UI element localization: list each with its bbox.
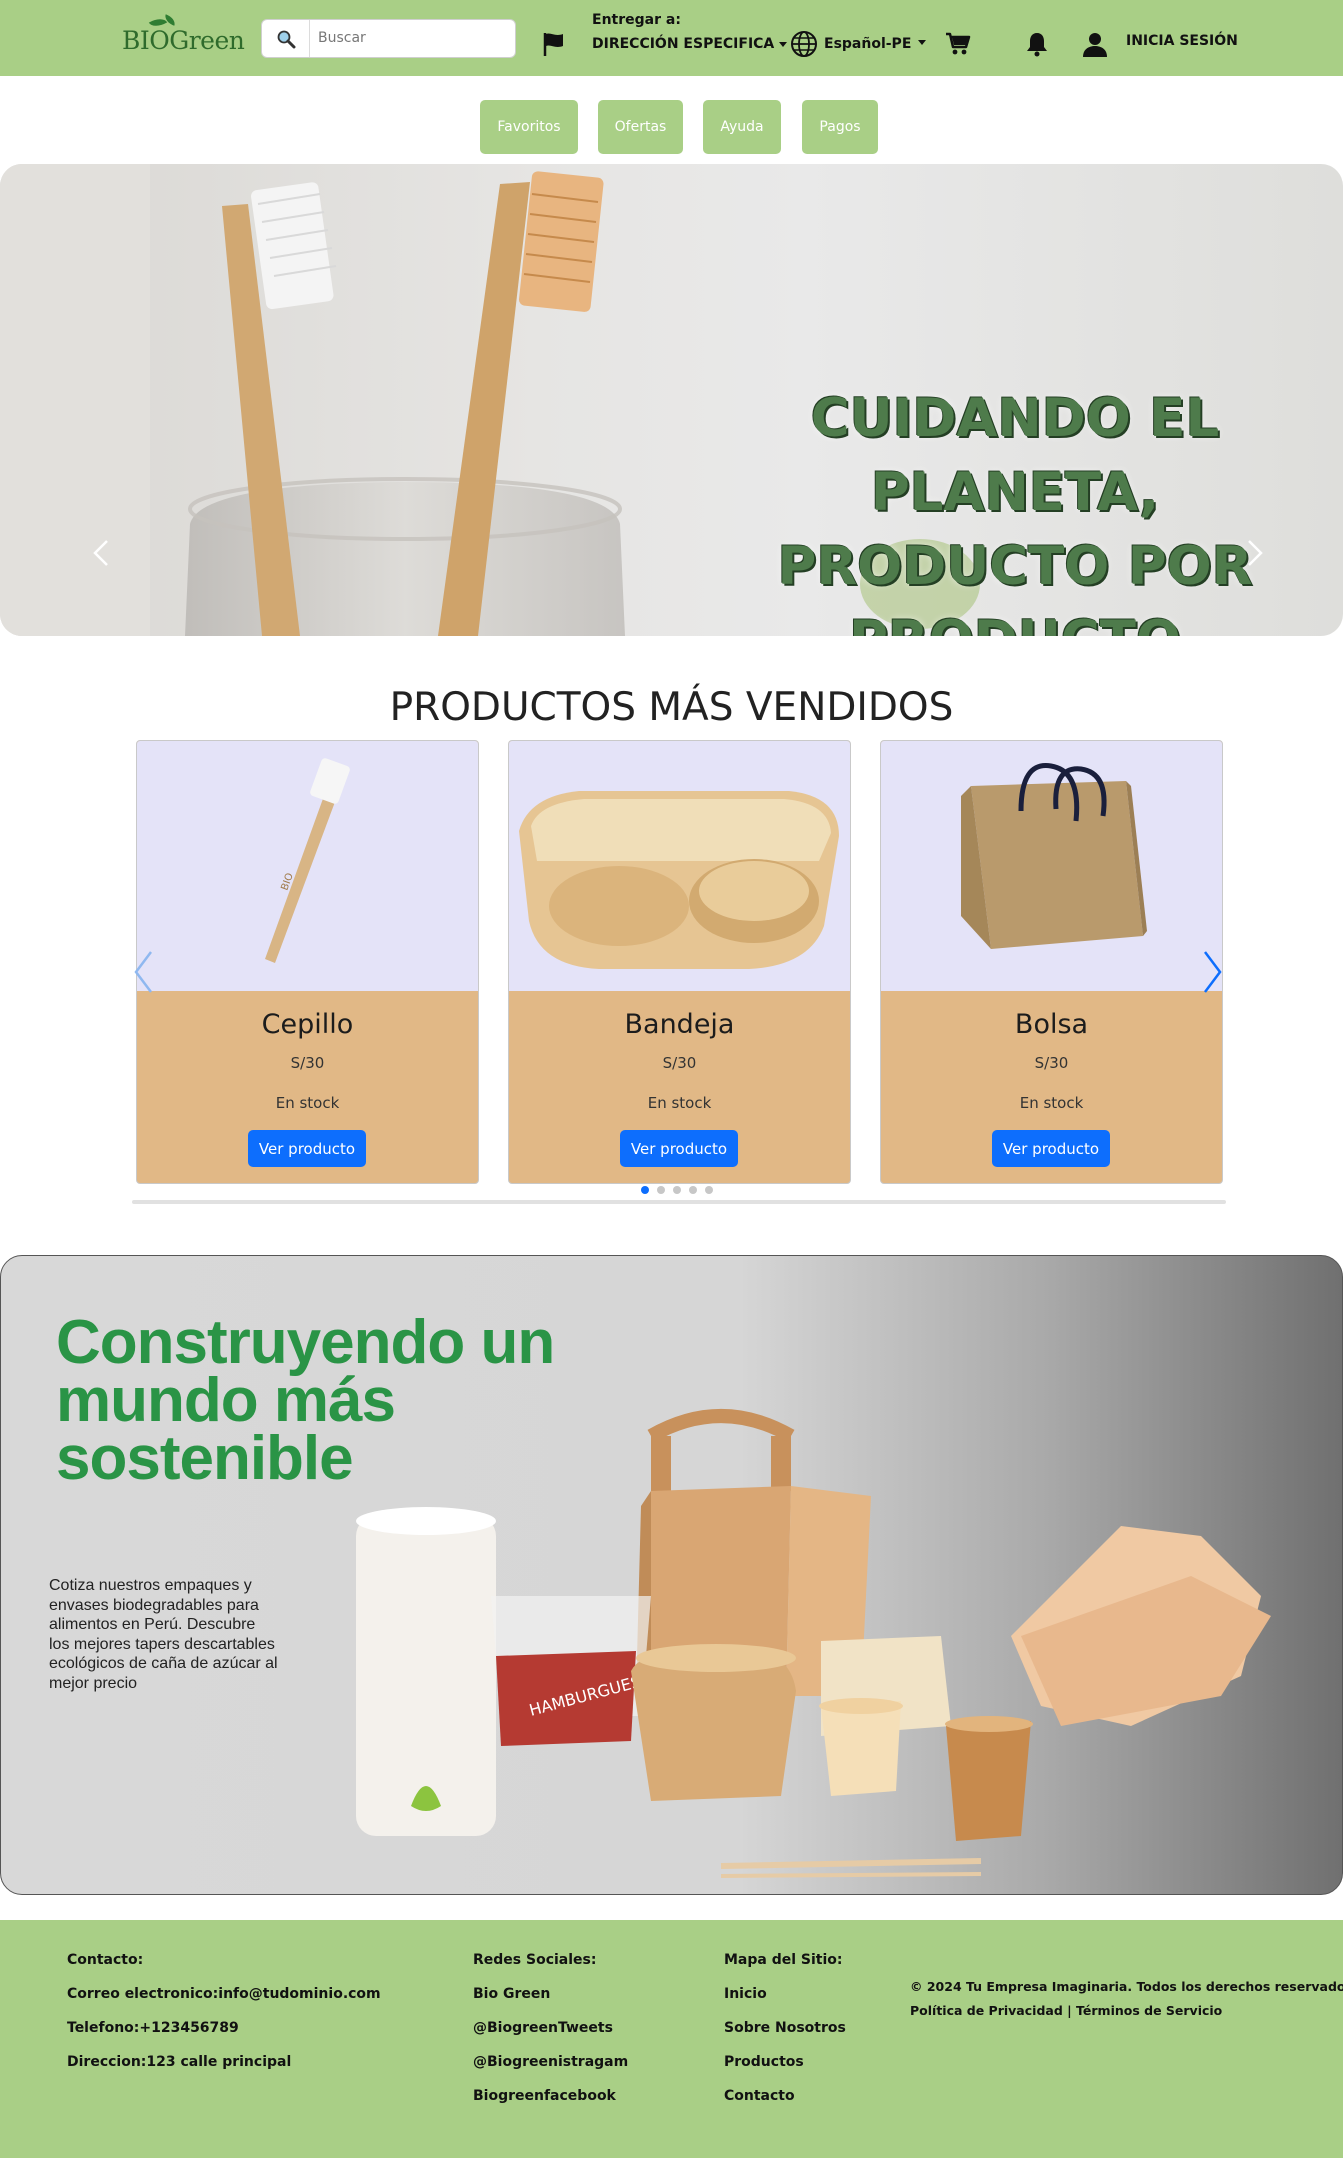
hero-carousel: CUIDANDO EL PLANETA, PRODUCTO POR PRODUC… bbox=[0, 164, 1343, 636]
footer-email[interactable]: Correo electronico:info@tudominio.com bbox=[67, 1986, 381, 2020]
deliver-label: Entregar a: bbox=[592, 12, 681, 28]
paper-bag-image bbox=[961, 763, 1147, 949]
product-name: Cepillo bbox=[261, 1009, 354, 1040]
login-link[interactable]: INICIA SESIÓN bbox=[1126, 33, 1238, 49]
sustainability-banner: Construyendo un mundo más sostenible Cot… bbox=[0, 1255, 1343, 1895]
logo-text: BIOGreen bbox=[122, 26, 245, 55]
carousel-prev-icon[interactable] bbox=[93, 539, 109, 567]
pagination-dot[interactable] bbox=[657, 1186, 665, 1194]
notification-bell-icon[interactable] bbox=[1025, 31, 1049, 57]
footer-social-link[interactable]: @BiogreenTweets bbox=[473, 2020, 628, 2054]
view-product-button[interactable]: Ver producto bbox=[248, 1130, 366, 1167]
product-name: Bandeja bbox=[624, 1009, 735, 1040]
user-icon[interactable] bbox=[1082, 31, 1108, 57]
pagination-dot[interactable] bbox=[689, 1186, 697, 1194]
footer-legal: © 2024 Tu Empresa Imaginaria. Todos los … bbox=[910, 1975, 1343, 2023]
search-input[interactable] bbox=[318, 28, 508, 48]
footer-contact-title: Contacto: bbox=[67, 1952, 144, 1968]
product-image bbox=[881, 741, 1222, 991]
tray-image bbox=[519, 791, 839, 969]
nav-favoritos-button[interactable]: Favoritos bbox=[480, 100, 578, 154]
view-product-button[interactable]: Ver producto bbox=[992, 1130, 1110, 1167]
deliver-address: DIRECCIÓN ESPECIFICA bbox=[592, 36, 775, 52]
language-label: Español-PE bbox=[824, 36, 912, 52]
footer-social: Redes Sociales: Bio Green @BiogreenTweet… bbox=[473, 1952, 628, 2122]
product-stock: En stock bbox=[647, 1094, 712, 1112]
best-sellers-title: PRODUCTOS MÁS VENDIDOS bbox=[389, 685, 954, 730]
product-price: S/30 bbox=[290, 1054, 325, 1072]
footer-sitemap-link[interactable]: Sobre Nosotros bbox=[724, 2020, 846, 2054]
footer-address: Direccion:123 calle principal bbox=[67, 2054, 292, 2070]
footer-social-link[interactable]: Biogreenfacebook bbox=[473, 2088, 628, 2122]
search-button[interactable] bbox=[262, 20, 310, 57]
top-navbar: BIOGreen Entregar a: DIRECCIÓN ESPECIFIC… bbox=[0, 0, 1343, 76]
nav-ayuda-button[interactable]: Ayuda bbox=[703, 100, 781, 154]
search-box bbox=[261, 19, 516, 58]
footer-sitemap-title: Mapa del Sitio: bbox=[724, 1952, 843, 1968]
caret-down-icon bbox=[918, 39, 927, 45]
footer-social-title: Redes Sociales: bbox=[473, 1952, 597, 1968]
product-image bbox=[509, 741, 850, 991]
nav-pagos-button[interactable]: Pagos bbox=[802, 100, 878, 154]
product-image: BIO bbox=[137, 741, 478, 991]
footer-copyright: © 2024 Tu Empresa Imaginaria. Todos los … bbox=[910, 1979, 1343, 1994]
footer-sitemap: Mapa del Sitio: Inicio Sobre Nosotros Pr… bbox=[724, 1952, 846, 2122]
products-prev-icon[interactable] bbox=[133, 950, 153, 994]
product-card: Bolsa S/30 En stock Ver producto bbox=[880, 740, 1223, 1184]
product-price: S/30 bbox=[662, 1054, 697, 1072]
products-pagination bbox=[641, 1186, 713, 1194]
footer-social-link[interactable]: @Biogreenistragam bbox=[473, 2054, 628, 2088]
product-stock: En stock bbox=[275, 1094, 340, 1112]
hero-title: CUIDANDO EL PLANETA, PRODUCTO POR PRODUC… bbox=[777, 388, 1253, 636]
pagination-dot[interactable] bbox=[705, 1186, 713, 1194]
delivery-selector[interactable]: Entregar a: DIRECCIÓN ESPECIFICA bbox=[592, 12, 788, 60]
product-price: S/30 bbox=[1034, 1054, 1069, 1072]
view-product-button[interactable]: Ver producto bbox=[620, 1130, 738, 1167]
search-icon bbox=[277, 30, 295, 48]
products-next-icon[interactable] bbox=[1203, 950, 1223, 994]
footer-phone[interactable]: Telefono:+123456789 bbox=[67, 2020, 381, 2054]
product-stock: En stock bbox=[1019, 1094, 1084, 1112]
footer-sitemap-link[interactable]: Contacto bbox=[724, 2088, 846, 2122]
biogreen-logo[interactable]: BIOGreen bbox=[120, 14, 246, 62]
nav-ofertas-button[interactable]: Ofertas bbox=[598, 100, 683, 154]
footer: Contacto: Correo electronico:info@tudomi… bbox=[0, 1920, 1343, 2158]
footer-sitemap-link[interactable]: Inicio bbox=[724, 1986, 846, 2020]
footer-social-link[interactable]: Bio Green bbox=[473, 1986, 628, 2020]
footer-contact: Contacto: Correo electronico:info@tudomi… bbox=[67, 1952, 381, 2088]
pagination-dot[interactable] bbox=[673, 1186, 681, 1194]
footer-legal-links[interactable]: Política de Privacidad | Términos de Ser… bbox=[910, 1999, 1343, 2023]
product-card: BIO Cepillo S/30 En stock Ver producto bbox=[136, 740, 479, 1184]
product-name: Bolsa bbox=[1014, 1009, 1089, 1040]
banner-text: Cotiza nuestros empaques y envases biode… bbox=[49, 1577, 278, 1692]
cart-icon[interactable] bbox=[945, 32, 971, 56]
packaging-products-image: HAMBURGUESA bbox=[356, 1409, 1271, 1878]
globe-icon bbox=[791, 31, 817, 57]
toothbrush-image: BIO bbox=[265, 758, 350, 963]
footer-sitemap-link[interactable]: Productos bbox=[724, 2054, 846, 2088]
pagination-dot-active[interactable] bbox=[641, 1186, 649, 1194]
caret-down-icon bbox=[779, 41, 788, 47]
products-scrollbar[interactable] bbox=[132, 1200, 1226, 1204]
language-selector[interactable]: Español-PE bbox=[790, 30, 927, 58]
product-card: Bandeja S/30 En stock Ver producto bbox=[508, 740, 851, 1184]
flag-icon[interactable] bbox=[542, 31, 566, 57]
